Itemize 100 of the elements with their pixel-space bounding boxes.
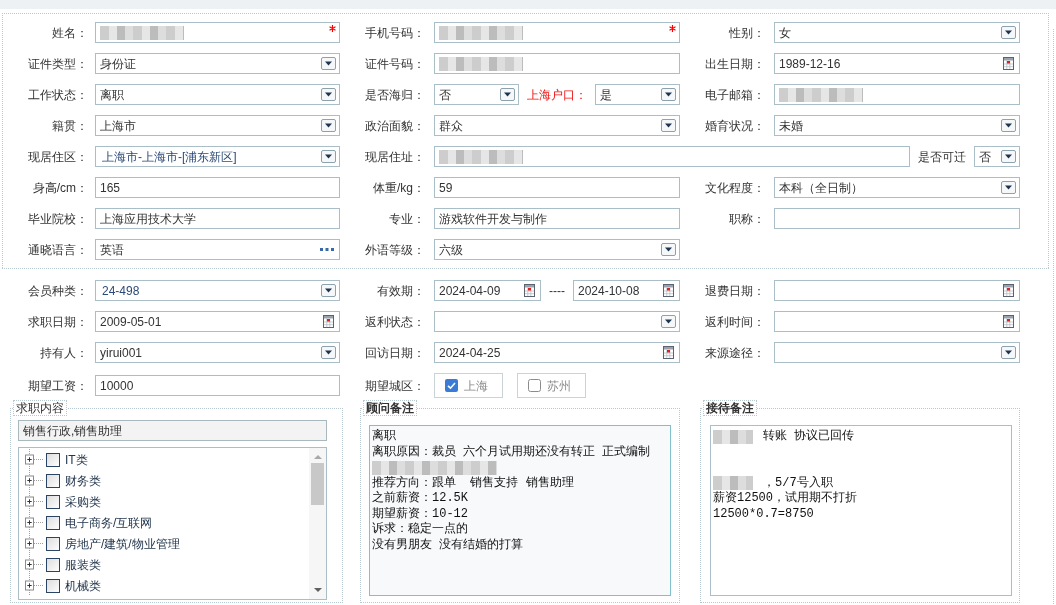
checkbox[interactable] bbox=[445, 379, 458, 392]
field-label: 是否海归： bbox=[364, 87, 425, 102]
calendar-icon[interactable] bbox=[1003, 57, 1014, 70]
expand-icon[interactable] bbox=[25, 491, 44, 512]
select-field[interactable]: 否 bbox=[974, 146, 1020, 167]
checkbox[interactable] bbox=[46, 494, 60, 509]
date-field[interactable]: 2024-04-09 bbox=[434, 280, 541, 301]
date-field[interactable]: 2009-05-01 bbox=[95, 311, 340, 332]
text-field[interactable] bbox=[774, 208, 1020, 229]
select-field[interactable]: 离职 bbox=[95, 84, 340, 105]
select-field[interactable]: 否 bbox=[434, 84, 519, 105]
select-field[interactable] bbox=[774, 342, 1020, 363]
calendar-icon[interactable] bbox=[1003, 315, 1014, 328]
checkbox[interactable] bbox=[528, 379, 541, 392]
note-line: 之前薪资：12.5K bbox=[372, 491, 468, 507]
field-label: 是否可迁 bbox=[917, 149, 967, 164]
calendar-icon[interactable] bbox=[1003, 284, 1014, 297]
text-field[interactable] bbox=[95, 22, 340, 43]
city-option-button[interactable]: 上海 bbox=[434, 373, 503, 398]
ellipsis-icon[interactable] bbox=[320, 248, 334, 251]
text-field[interactable] bbox=[434, 146, 910, 167]
notes-textarea[interactable]: 离职 离职原因：裁员 六个月试用期还没有转正 正式编制 推荐方向：跟单 销售支持 销售助理 之前薪资：12.5K 期望薪资：10-12 诉求：稳定一点的 没有男朋友 没有结婚的打算 bbox=[369, 425, 671, 596]
checkbox[interactable] bbox=[46, 578, 60, 593]
field-label: 期望城区： bbox=[364, 378, 425, 393]
select-field[interactable]: 六级 bbox=[434, 239, 680, 260]
select-field[interactable]: 上海市 bbox=[95, 115, 340, 136]
select-field[interactable]: 是 bbox=[595, 84, 680, 105]
calendar-icon[interactable] bbox=[323, 315, 334, 328]
select-field[interactable]: 群众 bbox=[434, 115, 680, 136]
select-field[interactable]: 本科（全日制） bbox=[774, 177, 1020, 198]
text-field[interactable]: 165 bbox=[95, 177, 340, 198]
calendar-icon[interactable] bbox=[524, 284, 535, 297]
expand-icon[interactable] bbox=[25, 512, 44, 533]
field-label: 职称： bbox=[728, 211, 765, 226]
picker-field[interactable]: 英语 bbox=[95, 239, 340, 260]
text-field[interactable]: 上海应用技术大学 bbox=[95, 208, 340, 229]
text-field[interactable] bbox=[434, 53, 680, 74]
scrollbar-thumb[interactable] bbox=[311, 463, 324, 505]
field-label: 籍贯： bbox=[51, 118, 88, 133]
group-title: 顾问备注 bbox=[363, 400, 417, 416]
tree-item-label[interactable]: IT类 bbox=[65, 452, 88, 467]
field-label: 返利状态： bbox=[364, 314, 425, 329]
scrollbar[interactable] bbox=[309, 448, 326, 599]
field-label: 会员种类： bbox=[27, 283, 88, 298]
redacted-block bbox=[713, 429, 753, 444]
tree-item-label[interactable]: 财务类 bbox=[65, 473, 101, 488]
date-field[interactable] bbox=[774, 280, 1020, 301]
field-label: 手机号码： bbox=[364, 25, 425, 40]
field-label: 婚育状况： bbox=[704, 118, 765, 133]
field-label: 求职日期： bbox=[27, 314, 88, 329]
scroll-down-icon[interactable] bbox=[313, 588, 322, 592]
date-field[interactable]: 2024-10-08 bbox=[573, 280, 680, 301]
note-line: 推荐方向：跟单 销售支持 销售助理 bbox=[372, 475, 574, 491]
calendar-icon[interactable] bbox=[663, 284, 674, 297]
expand-icon[interactable] bbox=[25, 449, 44, 470]
tree-item-label[interactable]: 电子商务/互联网 bbox=[65, 515, 153, 530]
checkbox[interactable] bbox=[46, 536, 60, 551]
field-label: 毕业院校： bbox=[27, 211, 88, 226]
checkbox[interactable] bbox=[46, 557, 60, 572]
expand-icon[interactable] bbox=[25, 575, 44, 596]
tree-item-label[interactable]: 服装类 bbox=[65, 557, 101, 572]
date-field[interactable] bbox=[774, 311, 1020, 332]
field-label: 专业： bbox=[388, 211, 425, 226]
expand-icon[interactable] bbox=[25, 533, 44, 554]
note-line: 期望薪资：10-12 bbox=[372, 506, 468, 522]
checkbox[interactable] bbox=[46, 452, 60, 467]
date-field[interactable]: 2024-04-25 bbox=[434, 342, 680, 363]
select-field[interactable]: 24-498 bbox=[95, 280, 340, 301]
field-label: 外语等级： bbox=[364, 242, 425, 257]
field-label: 现居住址： bbox=[364, 149, 425, 164]
select-field[interactable]: yirui001 bbox=[95, 342, 340, 363]
expand-icon[interactable] bbox=[25, 554, 44, 575]
select-field[interactable]: 女 bbox=[774, 22, 1020, 43]
text-field[interactable] bbox=[434, 22, 680, 43]
text-field[interactable]: 游戏软件开发与制作 bbox=[434, 208, 680, 229]
text-field[interactable]: 10000 bbox=[95, 375, 340, 396]
text-field[interactable] bbox=[774, 84, 1020, 105]
checkbox[interactable] bbox=[46, 473, 60, 488]
note-line: 薪资12500，试用期不打折 bbox=[713, 491, 857, 507]
city-option-button[interactable]: 苏州 bbox=[517, 373, 586, 398]
tree-item-label[interactable]: 机械类 bbox=[65, 578, 101, 593]
tree-item-label[interactable]: 采购类 bbox=[65, 494, 101, 509]
calendar-icon[interactable] bbox=[663, 346, 674, 359]
checkbox[interactable] bbox=[46, 515, 60, 530]
selection-field[interactable]: 销售行政,销售助理 bbox=[18, 420, 327, 441]
field-label: 电子邮箱： bbox=[704, 87, 765, 102]
expand-icon[interactable] bbox=[25, 470, 44, 491]
select-field[interactable]: 未婚 bbox=[774, 115, 1020, 136]
select-field[interactable] bbox=[434, 311, 680, 332]
field-label: 期望工资： bbox=[27, 378, 88, 393]
field-label: 上海户口： bbox=[526, 87, 588, 102]
field-label: 回访日期： bbox=[364, 345, 425, 360]
note-line: 离职原因：裁员 六个月试用期还没有转正 正式编制 bbox=[372, 444, 651, 460]
select-field[interactable]: 上海市-上海市-[浦东新区] bbox=[95, 146, 340, 167]
notes-textarea[interactable]: 转账 协议已回传 ，5/7号入职 薪资12500，试用期不打折 12500*0.7=8750 bbox=[710, 425, 1012, 596]
date-field[interactable]: 1989-12-16 bbox=[774, 53, 1020, 74]
tree-item-label[interactable]: 房地产/建筑/物业管理 bbox=[65, 536, 180, 551]
text-field[interactable]: 59 bbox=[434, 177, 680, 198]
field-label: 退费日期： bbox=[704, 283, 765, 298]
select-field[interactable]: 身份证 bbox=[95, 53, 340, 74]
